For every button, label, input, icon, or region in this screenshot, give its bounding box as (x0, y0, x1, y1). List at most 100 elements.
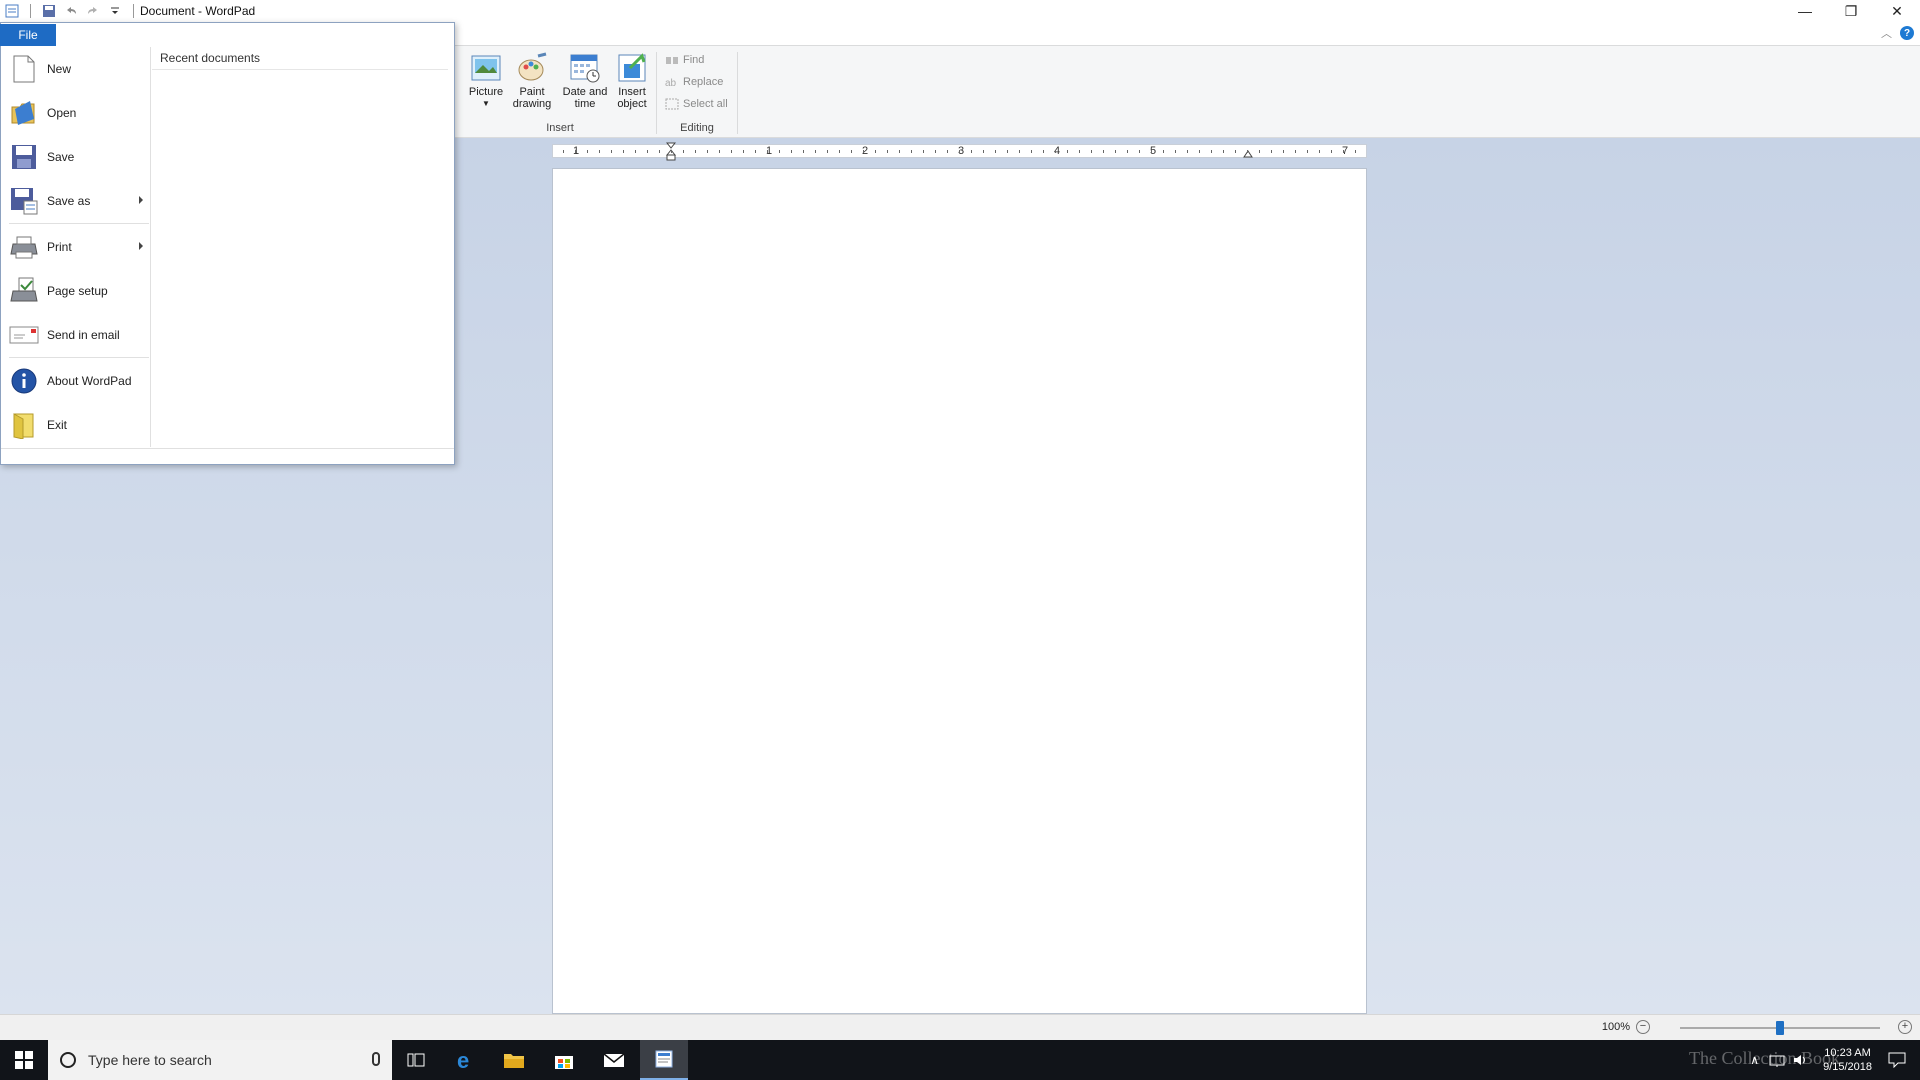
system-tray: ∧ 10:23 AM 9/15/2018 (1750, 1040, 1920, 1080)
taskbar-file-explorer[interactable] (490, 1040, 538, 1080)
save-as-icon (9, 186, 39, 216)
menu-exit[interactable]: Exit (1, 405, 151, 445)
help-icon[interactable]: ? (1900, 26, 1914, 40)
file-menu-footer (1, 448, 454, 464)
minimize-button[interactable]: — (1782, 0, 1828, 22)
edge-browser-icon: e (457, 1049, 469, 1071)
menu-label: Save (47, 150, 75, 164)
picture-icon (470, 52, 502, 84)
picture-button[interactable]: Picture ▼ (464, 50, 508, 110)
menu-save[interactable]: Save (1, 137, 151, 177)
menu-label: New (47, 62, 72, 76)
menu-about[interactable]: About WordPad (1, 361, 151, 401)
restore-button[interactable]: ❐ (1828, 0, 1874, 22)
menu-print[interactable]: Print (1, 227, 151, 267)
taskbar-edge[interactable]: e (442, 1040, 490, 1080)
menu-new[interactable]: New (1, 49, 151, 89)
cortana-icon (60, 1052, 76, 1068)
task-view-icon (407, 1053, 425, 1067)
ruler[interactable]: 1 1 2 3 4 5 7 (552, 142, 1367, 161)
insert-object-label-2: object (617, 98, 647, 110)
save-icon[interactable] (41, 3, 57, 19)
replace-button[interactable]: ab Replace (665, 76, 723, 88)
network-icon[interactable] (1769, 1053, 1785, 1067)
taskbar-clock[interactable]: 10:23 AM 9/15/2018 (1823, 1046, 1872, 1074)
editing-group: Find ab Replace Select all Editing (657, 50, 737, 136)
select-all-button[interactable]: Select all (665, 98, 728, 110)
collapse-ribbon-icon[interactable]: ︿ (1881, 25, 1892, 41)
save-floppy-icon (9, 142, 39, 172)
clock-date: 9/15/2018 (1823, 1061, 1872, 1073)
ruler-tick (1187, 150, 1188, 153)
menu-separator (9, 223, 149, 224)
microphone-icon[interactable] (372, 1052, 380, 1066)
ruler-tick (1079, 150, 1080, 153)
insert-object-button[interactable]: Insert object (610, 50, 654, 110)
taskbar-wordpad[interactable] (640, 1040, 688, 1080)
ruler-tick (1067, 150, 1068, 153)
printer-icon (9, 232, 39, 262)
zoom-out-button[interactable]: − (1636, 1020, 1650, 1034)
editing-group-label: Editing (680, 122, 714, 134)
ruler-tick (1343, 150, 1344, 153)
start-button[interactable] (0, 1040, 48, 1080)
paint-drawing-label-1: Paint (519, 86, 545, 98)
menu-save-as[interactable]: Save as (1, 181, 151, 221)
svg-text:e: e (457, 1049, 469, 1071)
ruler-tick (1007, 150, 1008, 153)
file-tab[interactable]: File (0, 24, 56, 46)
paint-drawing-button[interactable]: Paint drawing (510, 50, 554, 110)
close-button[interactable]: ✕ (1874, 0, 1920, 22)
action-center-icon[interactable] (1888, 1052, 1906, 1068)
undo-icon[interactable] (63, 3, 79, 19)
ruler-tick (1271, 150, 1272, 153)
ruler-tick (743, 150, 744, 153)
task-view-button[interactable] (392, 1040, 440, 1080)
ruler-tick (575, 150, 576, 153)
quick-access-toolbar (0, 0, 138, 22)
ruler-tick (563, 150, 564, 153)
ruler-tick (659, 150, 660, 153)
insert-group-label: Insert (546, 122, 574, 134)
taskbar-store[interactable] (540, 1040, 588, 1080)
taskbar-search-box[interactable]: Type here to search (48, 1040, 392, 1080)
menu-label: Exit (47, 418, 68, 432)
menu-page-setup[interactable]: Page setup (1, 271, 151, 311)
ruler-tick (611, 150, 612, 153)
ruler-tick (851, 150, 852, 153)
find-button[interactable]: Find (665, 54, 704, 66)
ruler-tick (683, 150, 684, 153)
menu-send-email[interactable]: Send in email (1, 315, 151, 355)
submenu-arrow-icon (139, 196, 143, 204)
volume-icon[interactable] (1793, 1053, 1809, 1067)
taskbar-mail[interactable] (590, 1040, 638, 1080)
tray-chevron-icon[interactable]: ∧ (1750, 1053, 1759, 1067)
menu-open[interactable]: Open (1, 93, 151, 133)
right-indent-marker-icon[interactable] (1243, 147, 1253, 159)
date-time-button[interactable]: Date and time (560, 50, 610, 110)
customize-toolbar-icon[interactable] (107, 3, 123, 19)
ruler-tick (1235, 150, 1236, 153)
select-all-label: Select all (683, 98, 728, 110)
ruler-tick (1355, 150, 1356, 153)
ruler-tick (1259, 150, 1260, 153)
document-page[interactable] (552, 168, 1367, 1014)
ruler-tick (1319, 150, 1320, 153)
ruler-tick (707, 150, 708, 153)
info-icon (9, 366, 39, 396)
ruler-tick (1295, 150, 1296, 153)
paint-drawing-icon (516, 52, 548, 84)
redo-icon[interactable] (85, 3, 101, 19)
zoom-slider-thumb[interactable] (1776, 1021, 1784, 1035)
ruler-tick (1127, 150, 1128, 153)
open-folder-icon (9, 98, 39, 128)
ruler-tick (755, 150, 756, 153)
date-time-label-2: time (574, 98, 596, 110)
email-icon (9, 320, 39, 350)
ruler-tick (1043, 150, 1044, 153)
ruler-tick (1019, 150, 1020, 153)
zoom-in-button[interactable]: + (1898, 1020, 1912, 1034)
ruler-tick (779, 150, 780, 153)
wordpad-app-icon[interactable] (4, 3, 20, 19)
store-icon (555, 1056, 573, 1069)
